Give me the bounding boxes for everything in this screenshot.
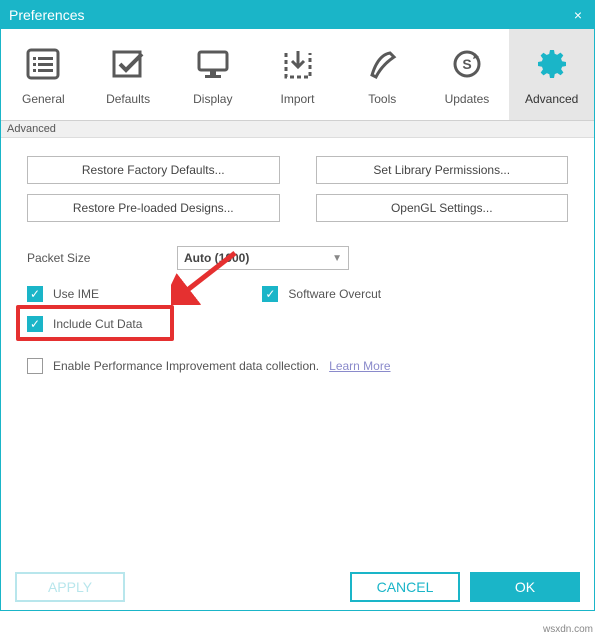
- checkbox-label: Use IME: [53, 287, 99, 301]
- restore-factory-button[interactable]: Restore Factory Defaults...: [27, 156, 280, 184]
- gear-icon: [532, 44, 572, 84]
- ok-button[interactable]: OK: [470, 572, 580, 602]
- watermark: wsxdn.com: [543, 624, 593, 635]
- tab-label: Tools: [368, 92, 396, 106]
- apply-button[interactable]: APPLY: [15, 572, 125, 602]
- chevron-down-icon: ▼: [332, 253, 342, 264]
- learn-more-link[interactable]: Learn More: [329, 359, 390, 373]
- list-icon: [23, 44, 63, 84]
- software-overcut-checkbox[interactable]: Software Overcut: [262, 286, 381, 302]
- tab-display[interactable]: Display: [170, 29, 255, 120]
- window-title: Preferences: [9, 7, 84, 23]
- tab-label: General: [22, 92, 65, 106]
- monitor-icon: [193, 44, 233, 84]
- check-square-icon: [108, 44, 148, 84]
- checkbox-icon: [27, 316, 43, 332]
- tab-label: Import: [281, 92, 315, 106]
- tab-tools[interactable]: Tools: [340, 29, 425, 120]
- content-panel: Restore Factory Defaults... Set Library …: [1, 138, 594, 392]
- section-header: Advanced: [1, 121, 594, 138]
- tab-general[interactable]: General: [1, 29, 86, 120]
- titlebar: Preferences ×: [1, 1, 594, 29]
- close-icon[interactable]: ×: [570, 7, 586, 23]
- opengl-button[interactable]: OpenGL Settings...: [316, 194, 569, 222]
- tab-label: Updates: [445, 92, 490, 106]
- preferences-window: Preferences × General Defaults Display: [0, 0, 595, 611]
- include-cut-data-checkbox[interactable]: Include Cut Data: [27, 316, 142, 332]
- pen-icon: [362, 44, 402, 84]
- tab-defaults[interactable]: Defaults: [86, 29, 171, 120]
- set-library-button[interactable]: Set Library Permissions...: [316, 156, 569, 184]
- perf-checkbox[interactable]: [27, 358, 43, 374]
- checkbox-label: Include Cut Data: [53, 317, 142, 331]
- tab-updates[interactable]: S Updates: [425, 29, 510, 120]
- packet-size-label: Packet Size: [27, 251, 167, 265]
- refresh-icon: S: [447, 44, 487, 84]
- tab-label: Display: [193, 92, 232, 106]
- checkbox-icon: [27, 286, 43, 302]
- footer: APPLY CANCEL OK: [1, 564, 594, 610]
- svg-text:S: S: [462, 56, 471, 72]
- cancel-button[interactable]: CANCEL: [350, 572, 460, 602]
- tab-import[interactable]: Import: [255, 29, 340, 120]
- import-icon: [278, 44, 318, 84]
- tab-advanced[interactable]: Advanced: [509, 29, 594, 120]
- dropdown-value: Auto (1000): [184, 251, 249, 265]
- checkbox-icon: [262, 286, 278, 302]
- checkbox-label: Software Overcut: [288, 287, 381, 301]
- tab-label: Advanced: [525, 92, 578, 106]
- tab-label: Defaults: [106, 92, 150, 106]
- restore-designs-button[interactable]: Restore Pre-loaded Designs...: [27, 194, 280, 222]
- tabstrip: General Defaults Display Import Tools: [1, 29, 594, 121]
- use-ime-checkbox[interactable]: Use IME: [27, 286, 142, 302]
- packet-size-dropdown[interactable]: Auto (1000) ▼: [177, 246, 349, 270]
- perf-label: Enable Performance Improvement data coll…: [53, 359, 319, 373]
